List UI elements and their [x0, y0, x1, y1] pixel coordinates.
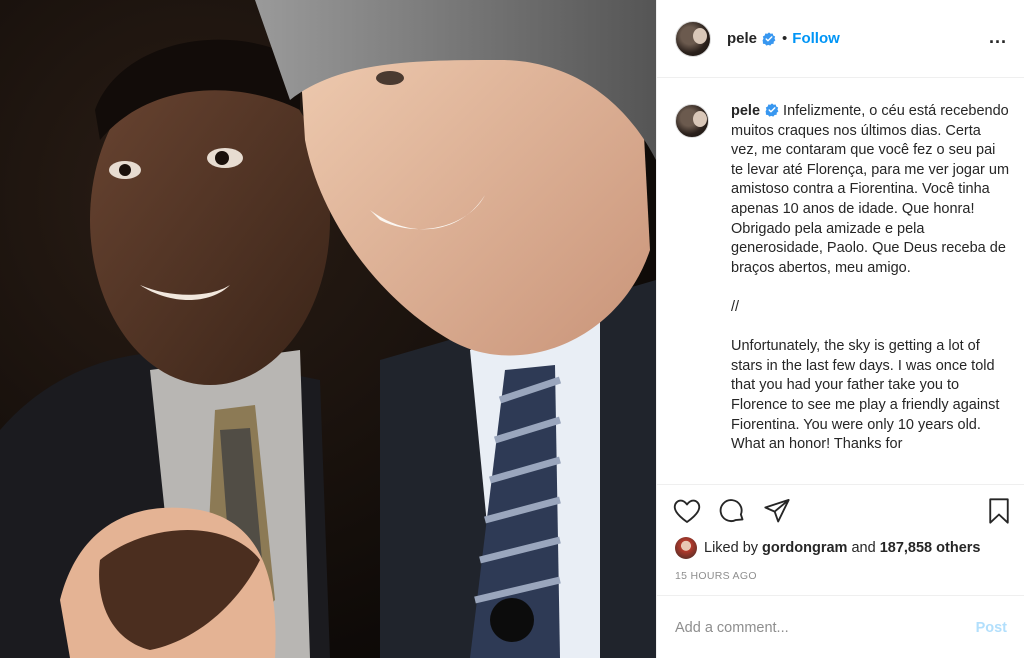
post-photo[interactable] [0, 0, 656, 658]
photo-two-men-smiling [0, 0, 656, 658]
follow-button[interactable]: Follow [792, 30, 840, 47]
verified-badge-icon [762, 31, 776, 46]
heart-icon[interactable] [673, 497, 701, 525]
bookmark-icon[interactable] [985, 497, 1013, 525]
likes-count[interactable]: 187,858 others [880, 540, 981, 556]
more-options-icon[interactable]: ... [989, 28, 1007, 46]
action-icon-row [673, 497, 1013, 527]
caption-text: Infelizmente, o céu está recebendo muito… [731, 103, 1010, 453]
comment-icon[interactable] [718, 497, 746, 525]
comment-input[interactable] [675, 619, 976, 636]
caption-avatar[interactable] [675, 104, 709, 138]
caption-area: pele Infelizmente, o céu está recebendo … [657, 79, 1024, 484]
separator-dot: • [782, 30, 788, 47]
side-panel: pele • Follow ... pele Infelizmente, o c… [656, 0, 1024, 658]
comment-box: Post [657, 595, 1024, 659]
likes-summary: Liked by gordongram and 187,858 others [675, 537, 980, 559]
liked-by-prefix: Liked by [704, 540, 759, 556]
liker-avatar[interactable] [675, 537, 697, 559]
actions-section: Liked by gordongram and 187,858 others 1… [657, 484, 1024, 658]
author-avatar[interactable] [675, 20, 711, 57]
instagram-post: pele • Follow ... pele Infelizmente, o c… [0, 0, 1024, 658]
author-username[interactable]: pele [727, 30, 757, 47]
caption-text-block: pele Infelizmente, o céu está recebendo … [731, 102, 1011, 484]
liked-by-and: and [851, 540, 876, 556]
post-header: pele • Follow ... [657, 0, 1024, 78]
post-comment-button[interactable]: Post [976, 620, 1007, 636]
post-timestamp[interactable]: 15 HOURS AGO [675, 570, 757, 582]
share-icon[interactable] [763, 497, 791, 525]
caption-username[interactable]: pele [731, 103, 760, 119]
liked-by-user[interactable]: gordongram [762, 540, 847, 556]
verified-badge-icon [765, 103, 779, 117]
